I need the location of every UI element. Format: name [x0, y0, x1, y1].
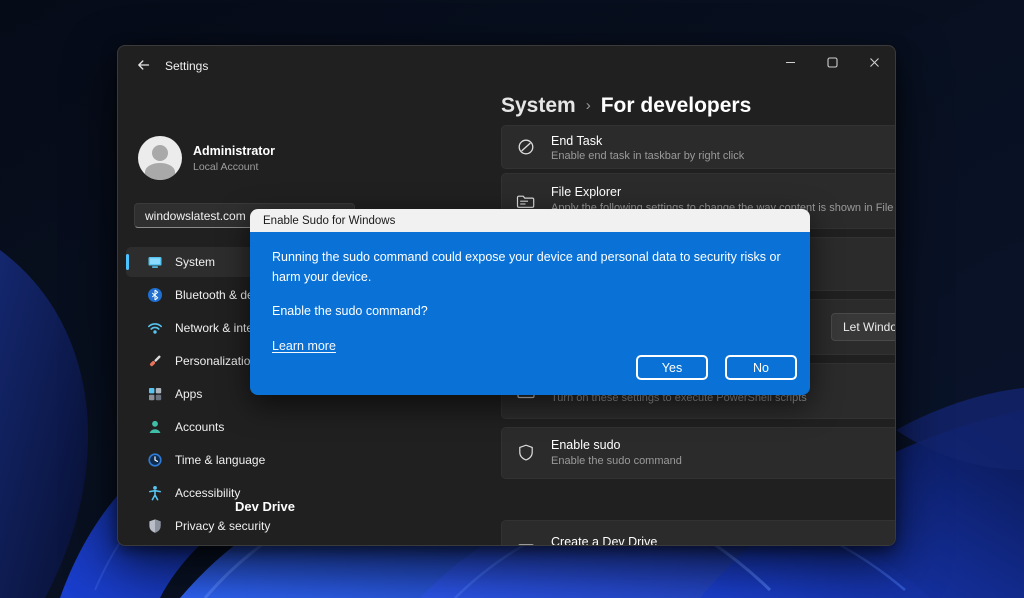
- learn-more-link[interactable]: Learn more: [272, 339, 336, 353]
- dialog-message: Running the sudo command could expose yo…: [272, 247, 784, 287]
- sidebar-item-label: Personalization: [175, 354, 257, 368]
- section-header-dev-drive: Dev Drive: [235, 499, 295, 514]
- wifi-icon: [147, 320, 163, 336]
- sidebar-item-label: Accessibility: [175, 486, 240, 500]
- no-button[interactable]: No: [725, 355, 797, 380]
- sidebar-item-label: Apps: [175, 387, 202, 401]
- dev-drive-icon: [516, 543, 536, 546]
- close-button[interactable]: [853, 46, 895, 78]
- page-title: For developers: [601, 94, 752, 118]
- row-title: End Task: [551, 134, 602, 148]
- sidebar-item-label: Privacy & security: [175, 519, 270, 533]
- minimize-button[interactable]: [769, 46, 811, 78]
- avatar-head: [152, 145, 168, 161]
- row-end-task[interactable]: End Task Enable end task in taskbar by r…: [501, 125, 896, 169]
- row-subtitle: Enable the sudo command: [551, 455, 682, 467]
- back-button[interactable]: [127, 52, 159, 78]
- shield-icon: [147, 518, 163, 534]
- row-enable-sudo[interactable]: Enable sudo Enable the sudo command On: [501, 427, 896, 479]
- accessibility-person-icon: [147, 485, 163, 501]
- file-explorer-icon: [516, 191, 536, 211]
- row-subtitle: Enable end task in taskbar by right clic…: [551, 150, 744, 162]
- yes-button[interactable]: Yes: [636, 355, 708, 380]
- desktop: Settings: [0, 0, 1024, 598]
- sidebar-item-label: Time & language: [175, 453, 265, 467]
- bluetooth-icon: [147, 287, 163, 303]
- titlebar[interactable]: Settings: [118, 46, 895, 86]
- breadcrumb-separator-icon: ›: [586, 97, 591, 114]
- maximize-icon: [827, 57, 838, 68]
- row-create-dev-drive[interactable]: Create a Dev Drive: [501, 520, 896, 546]
- back-arrow-icon: [136, 58, 150, 72]
- window-title: Settings: [165, 59, 208, 73]
- row-title: File Explorer: [551, 185, 621, 199]
- sidebar-item-accounts[interactable]: Accounts: [126, 412, 376, 442]
- dialog-buttons: Yes No: [636, 355, 797, 380]
- close-icon: [869, 57, 880, 68]
- dialog-title: Enable Sudo for Windows: [263, 215, 395, 227]
- selected-indicator: [126, 254, 129, 270]
- minimize-icon: [785, 57, 796, 68]
- row-title: Create a Dev Drive: [551, 535, 657, 546]
- system-icon: [147, 254, 163, 270]
- account-name: Administrator: [193, 144, 275, 158]
- breadcrumb-system[interactable]: System: [501, 94, 576, 118]
- person-icon: [147, 419, 163, 435]
- clock-icon: [147, 452, 163, 468]
- sidebar-item-privacy-security[interactable]: Privacy & security: [126, 511, 376, 541]
- row-title: Enable sudo: [551, 438, 621, 452]
- brush-icon: [147, 353, 163, 369]
- terminal-dropdown[interactable]: Let Windows decide: [831, 313, 896, 341]
- enable-sudo-dialog: Enable Sudo for Windows Running the sudo…: [250, 209, 810, 395]
- caption-buttons: [769, 46, 895, 78]
- end-task-icon: [516, 137, 536, 157]
- sidebar-item-time-language[interactable]: Time & language: [126, 445, 376, 475]
- account-type: Local Account: [193, 161, 258, 173]
- maximize-button[interactable]: [811, 46, 853, 78]
- apps-grid-icon: [147, 386, 163, 402]
- avatar-body: [145, 163, 175, 180]
- sidebar-item-label: Accounts: [175, 420, 224, 434]
- avatar[interactable]: [138, 136, 182, 180]
- sudo-shield-icon: [516, 443, 536, 463]
- dialog-body: Running the sudo command could expose yo…: [250, 232, 810, 395]
- sidebar-item-windows-update[interactable]: Windows Update: [126, 544, 376, 546]
- dialog-question: Enable the sudo command?: [272, 304, 788, 318]
- dialog-titlebar[interactable]: Enable Sudo for Windows: [250, 209, 810, 232]
- breadcrumb: System › For developers: [501, 94, 751, 118]
- dropdown-value: Let Windows decide: [843, 320, 896, 334]
- sidebar-item-label: System: [175, 255, 215, 269]
